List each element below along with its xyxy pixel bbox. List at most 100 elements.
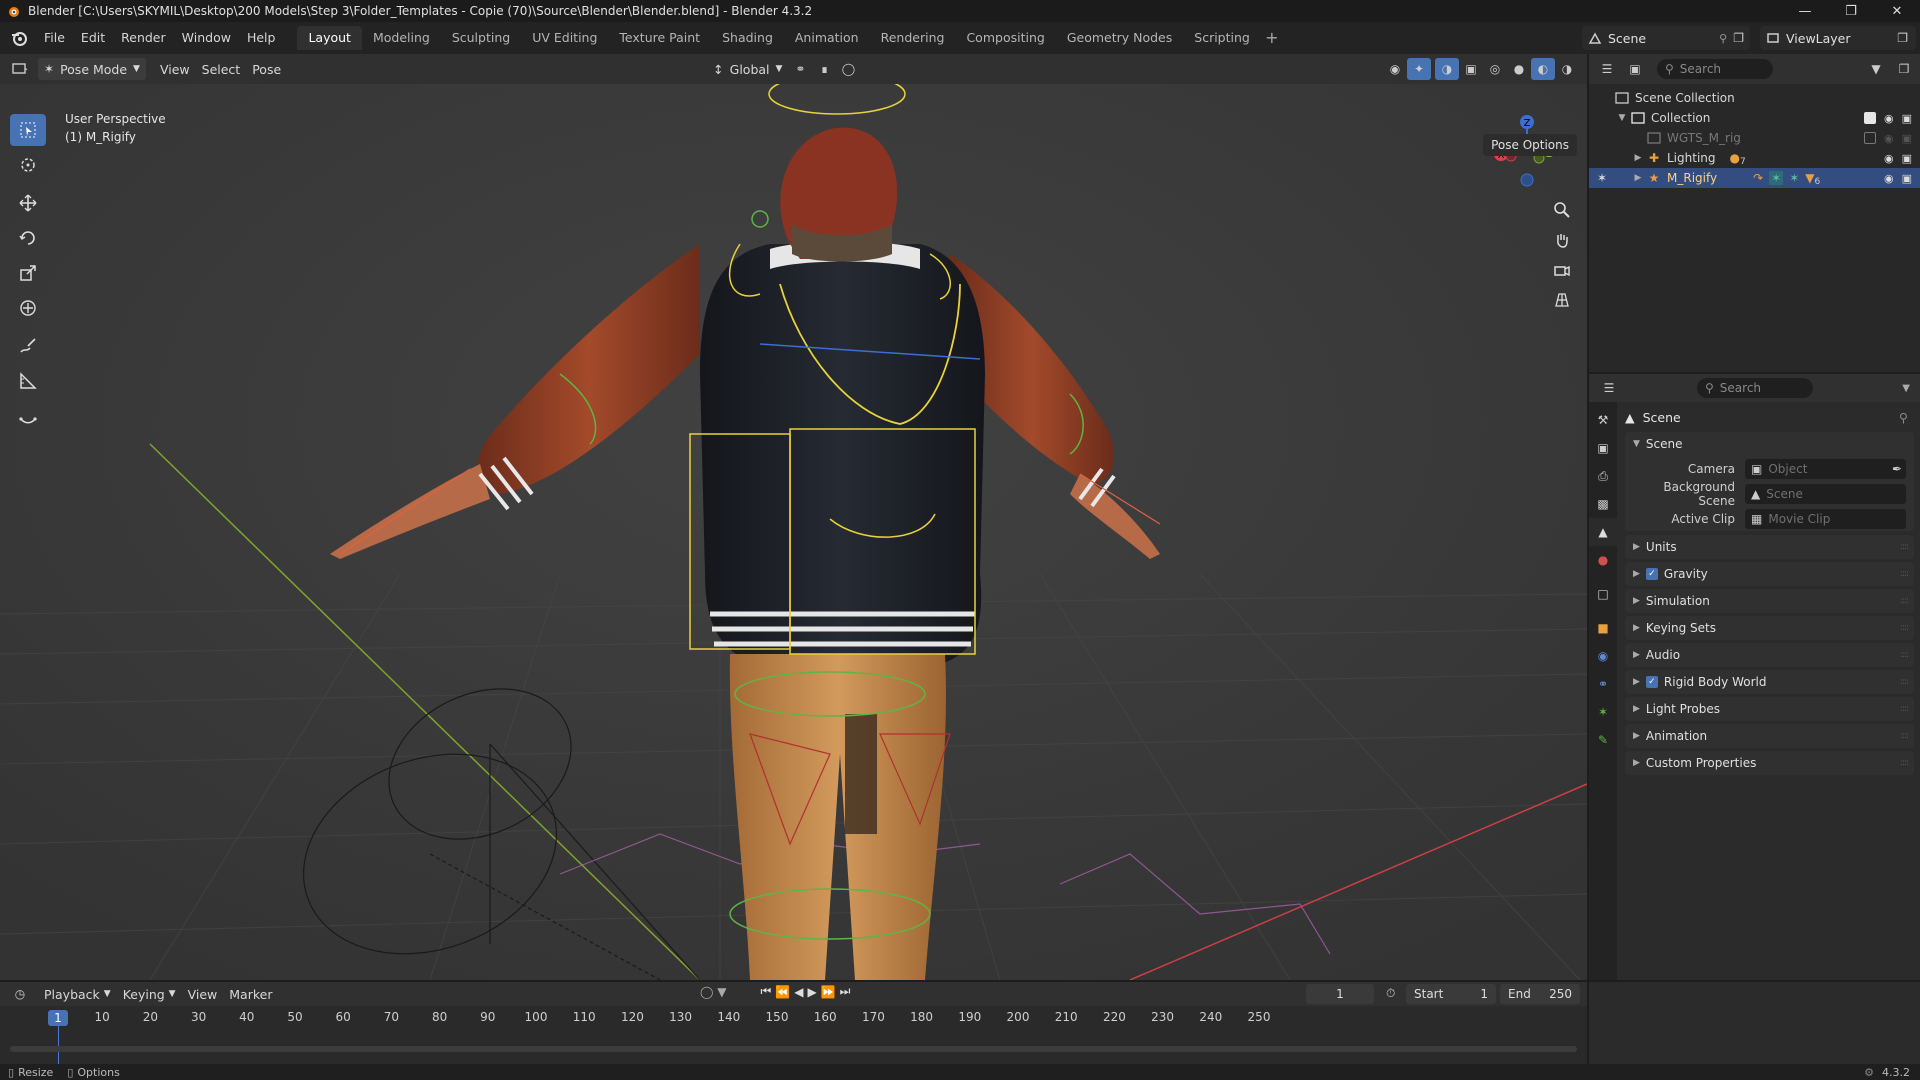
view-layer-tab-icon[interactable]: ▩: [1589, 490, 1617, 518]
outliner-row-wgts[interactable]: WGTS_M_rig ◉ ▣: [1589, 128, 1920, 148]
menu-select[interactable]: Select: [196, 58, 247, 80]
snap-icon[interactable]: ∎: [812, 58, 836, 80]
minimize-button[interactable]: —: [1782, 0, 1828, 22]
mode-dropdown[interactable]: ✶ Pose Mode ▼: [38, 58, 146, 80]
overlay-toggle-icon[interactable]: ◑: [1435, 58, 1459, 80]
simulation-panel[interactable]: ▶ Simulation::::: [1625, 589, 1914, 613]
pin-icon[interactable]: ⚲: [1899, 410, 1908, 425]
outliner-editor-icon[interactable]: ☰: [1595, 58, 1619, 80]
tab-uv-editing[interactable]: UV Editing: [521, 26, 608, 50]
animation-panel[interactable]: ▶ Animation::::: [1625, 724, 1914, 748]
outliner-row-lighting[interactable]: ▶ ✚ Lighting ● 7 ◉ ▣: [1589, 148, 1920, 168]
gravity-checkbox[interactable]: ✓: [1645, 568, 1658, 580]
timeline-editor[interactable]: ◷ Playback ▼ Keying ▼ View Marker ◯ ▼ ⏮ …: [0, 982, 1587, 1064]
drag-grip-icon[interactable]: ::::: [1900, 758, 1909, 768]
drag-grip-icon[interactable]: ::::: [1900, 596, 1909, 606]
add-workspace-button[interactable]: +: [1261, 26, 1283, 50]
menu-window[interactable]: Window: [174, 25, 239, 51]
transform-tool[interactable]: [10, 292, 46, 324]
move-tool[interactable]: [10, 187, 46, 219]
current-frame-field[interactable]: 1: [1306, 984, 1374, 1004]
chevron-down-icon[interactable]: ▼: [1615, 113, 1629, 123]
tab-texture-paint[interactable]: Texture Paint: [608, 26, 711, 50]
world-tab-icon[interactable]: ●: [1589, 546, 1617, 574]
tab-animation[interactable]: Animation: [784, 26, 870, 50]
rendered-shading-icon[interactable]: ◑: [1555, 58, 1579, 80]
tool-tab-icon[interactable]: ⚒: [1589, 406, 1617, 434]
tab-sculpting[interactable]: Sculpting: [441, 26, 521, 50]
camera-field[interactable]: ▣ Object ✒: [1745, 458, 1906, 479]
audio-panel[interactable]: ▶ Audio::::: [1625, 643, 1914, 667]
annotate-tool[interactable]: [10, 330, 46, 362]
pivot-icon[interactable]: ⚭: [788, 58, 812, 80]
rigid-body-world-checkbox[interactable]: ✓: [1645, 676, 1658, 688]
visibility-icon[interactable]: ◉: [1383, 58, 1407, 80]
outliner-row-scene-collection[interactable]: Scene Collection: [1589, 88, 1920, 108]
maximize-button[interactable]: ❐: [1828, 0, 1874, 22]
armature-data-tab-icon[interactable]: ✶: [1589, 698, 1617, 726]
end-frame-field[interactable]: End 250: [1500, 984, 1580, 1004]
wireframe-shading-icon[interactable]: ◎: [1483, 58, 1507, 80]
bone-tab-icon[interactable]: ✎: [1589, 726, 1617, 754]
chevron-right-icon[interactable]: ▶: [1631, 173, 1645, 183]
jump-start-icon[interactable]: ⏮: [760, 984, 771, 999]
drag-grip-icon[interactable]: ::::: [1900, 731, 1909, 741]
menu-marker[interactable]: Marker: [223, 983, 278, 1005]
tab-rendering[interactable]: Rendering: [870, 26, 956, 50]
new-viewlayer-icon[interactable]: ❐: [1897, 31, 1908, 45]
pan-hand-icon[interactable]: [1548, 226, 1576, 254]
render-tab-icon[interactable]: ▣: [1589, 434, 1617, 462]
scene-selector[interactable]: Scene ⚲ ❐: [1582, 26, 1750, 50]
eye-icon[interactable]: ◉: [1884, 132, 1894, 145]
rotate-tool[interactable]: [10, 222, 46, 254]
camera-render-icon[interactable]: ▣: [1902, 112, 1912, 125]
tab-geometry-nodes[interactable]: Geometry Nodes: [1056, 26, 1183, 50]
background-scene-field[interactable]: ▲ Scene: [1745, 483, 1906, 504]
physics-tab-icon[interactable]: ◉: [1589, 642, 1617, 670]
object-tab-icon[interactable]: ■: [1589, 614, 1617, 642]
scene-tab-icon[interactable]: ▲: [1589, 518, 1617, 546]
menu-help[interactable]: Help: [239, 25, 284, 51]
menu-playback[interactable]: Playback ▼: [38, 983, 117, 1005]
menu-pose[interactable]: Pose: [246, 58, 287, 80]
camera-render-icon[interactable]: ▣: [1902, 132, 1912, 145]
keying-sets-panel[interactable]: ▶ Keying Sets::::: [1625, 616, 1914, 640]
play-icon[interactable]: ▶: [807, 985, 816, 999]
prev-keyframe-icon[interactable]: ⏪: [775, 985, 790, 999]
3d-viewport[interactable]: ✶ Pose Mode ▼ View Select Pose ↕ Global …: [0, 54, 1587, 980]
perspective-grid-icon[interactable]: [1548, 286, 1576, 314]
frame-ruler[interactable]: 10 20 30 40 50 60 70 80 90 100 110 120 130 140 150 160 1…: [8, 1008, 1577, 1028]
new-collection-icon[interactable]: ❐: [1892, 58, 1916, 80]
light-probes-panel[interactable]: ▶ Light Probes::::: [1625, 697, 1914, 721]
properties-search[interactable]: ⚲ Search: [1697, 378, 1813, 398]
drag-grip-icon[interactable]: ::::: [1900, 569, 1909, 579]
tab-layout[interactable]: Layout: [297, 26, 362, 50]
auto-keying-icon[interactable]: ◯ ▼: [700, 985, 726, 999]
next-keyframe-icon[interactable]: ⏩: [821, 985, 836, 999]
solid-shading-icon[interactable]: ●: [1507, 58, 1531, 80]
stopwatch-icon[interactable]: ⏱: [1386, 986, 1395, 1001]
eye-icon[interactable]: ◉: [1884, 112, 1894, 125]
transform-orientation-dropdown[interactable]: ↕ Global ▼: [707, 58, 788, 80]
menu-edit[interactable]: Edit: [73, 25, 113, 51]
exclude-checkbox[interactable]: [1863, 111, 1876, 124]
scale-tool[interactable]: [10, 257, 46, 289]
jump-end-icon[interactable]: ⏭: [840, 984, 851, 999]
camera-render-icon[interactable]: ▣: [1902, 172, 1912, 185]
material-shading-icon[interactable]: ◐: [1531, 58, 1555, 80]
outliner-search[interactable]: ⚲ Search: [1657, 59, 1773, 79]
menu-render[interactable]: Render: [113, 25, 174, 51]
exclude-checkbox[interactable]: [1863, 131, 1876, 144]
properties-editor-icon[interactable]: ☰: [1597, 377, 1621, 399]
close-window-button[interactable]: ✕: [1874, 0, 1920, 22]
drag-grip-icon[interactable]: ::::: [1900, 677, 1909, 687]
menu-file[interactable]: File: [36, 25, 73, 51]
camera-render-icon[interactable]: ▣: [1902, 152, 1912, 165]
viewport-scene[interactable]: [0, 54, 1587, 980]
menu-view[interactable]: View: [154, 58, 196, 80]
select-box-tool[interactable]: [10, 114, 46, 146]
zoom-icon[interactable]: [1548, 196, 1576, 224]
outliner-row-collection[interactable]: ▼ Collection ◉ ▣: [1589, 108, 1920, 128]
menu-keying[interactable]: Keying ▼: [117, 983, 182, 1005]
eye-icon[interactable]: ◉: [1884, 152, 1894, 165]
